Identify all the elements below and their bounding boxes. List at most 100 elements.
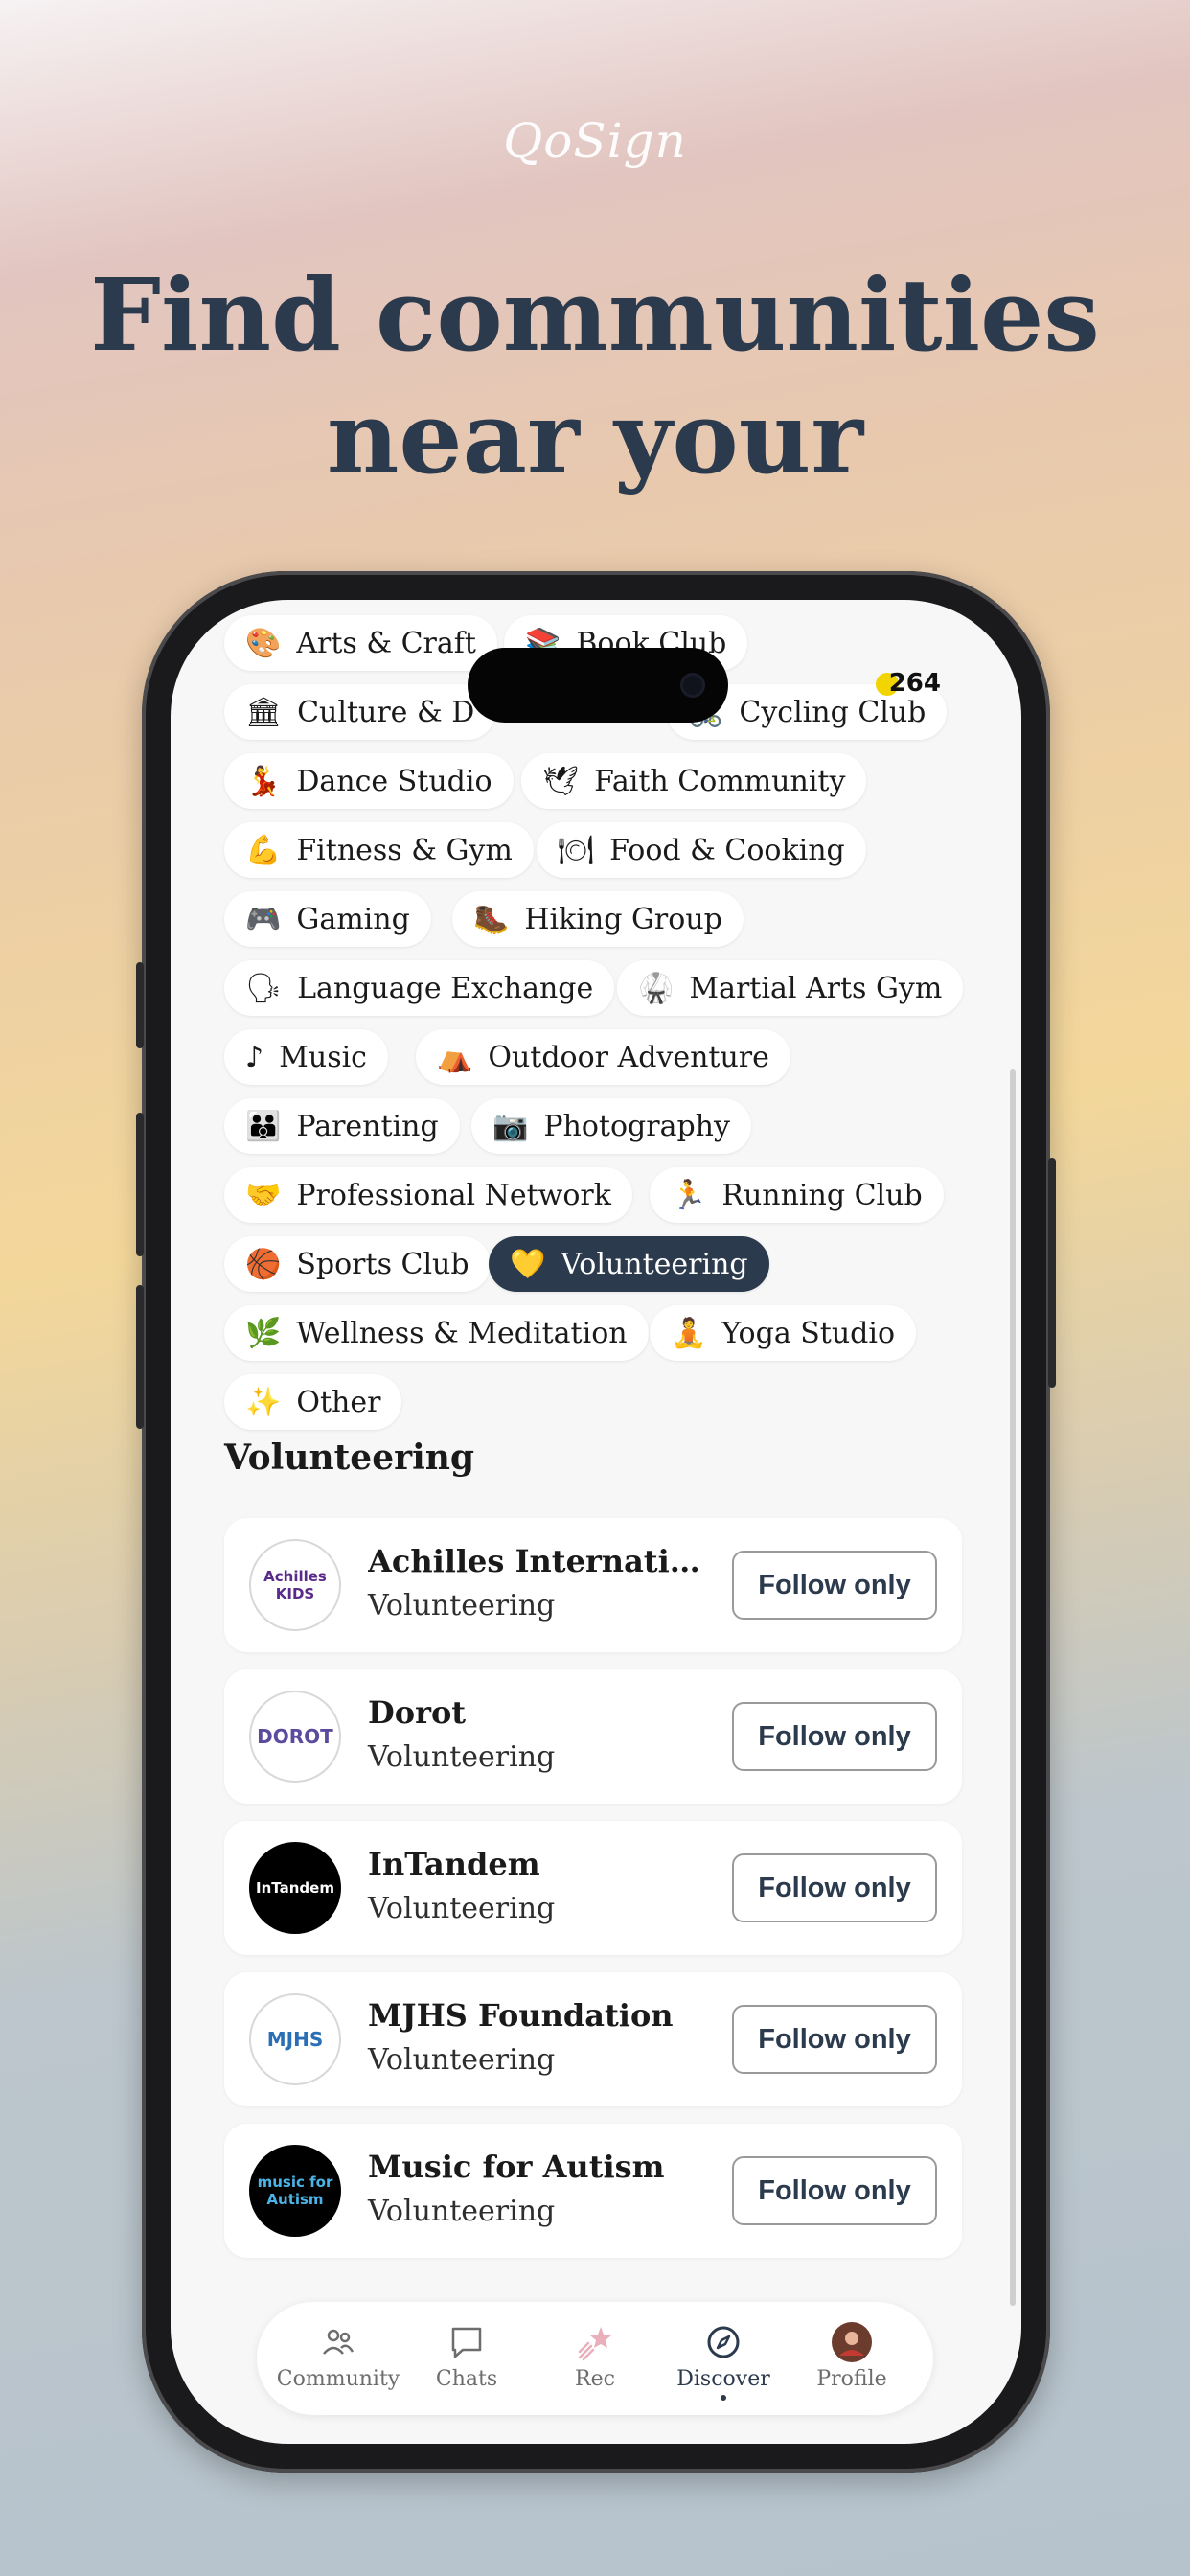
community-card[interactable]: InTandem InTandem Volunteering Follow only — [224, 1821, 962, 1955]
category-emoji-icon: ✨ — [245, 1385, 282, 1419]
category-label: Gaming — [296, 902, 410, 936]
follow-only-button[interactable]: Follow only — [732, 1702, 937, 1771]
community-card[interactable]: Achilles KIDS Achilles Internatio... Volun… — [224, 1518, 962, 1652]
headline-line-1: Find communities — [90, 256, 1100, 374]
category-emoji-icon: 🥾 — [473, 902, 510, 936]
tab-label: Community — [276, 2367, 400, 2391]
tab-profile[interactable]: Profile — [788, 2321, 916, 2391]
category-chip[interactable]: 💪 Fitness & Gym — [224, 822, 534, 878]
phone-screen: 264 🎨Arts & Craft📚Book Club🏛Culture & D🚴… — [171, 600, 1021, 2444]
tab-discover[interactable]: Discover — [659, 2321, 788, 2401]
community-card[interactable]: DOROT Dorot Volunteering Follow only — [224, 1669, 962, 1804]
category-chip[interactable]: 💃 Dance Studio — [224, 753, 514, 809]
category-label: Dance Studio — [296, 764, 492, 798]
category-emoji-icon: 🌿 — [245, 1316, 282, 1350]
status-indicator: 264 — [875, 669, 941, 698]
category-label: Photography — [543, 1109, 730, 1143]
active-tab-indicator — [721, 2395, 726, 2401]
category-emoji-icon: 💃 — [245, 764, 282, 798]
phone-frame: 264 🎨Arts & Craft📚Book Club🏛Culture & D🚴… — [136, 571, 1056, 2472]
volume-up-button — [136, 1113, 144, 1256]
category-chip[interactable]: 📷 Photography — [471, 1098, 751, 1154]
category-chip[interactable]: 🥾 Hiking Group — [452, 891, 744, 947]
category-label: Wellness & Meditation — [296, 1316, 628, 1350]
community-name: InTandem — [368, 1846, 540, 1882]
section-title: Volunteering — [224, 1438, 475, 1478]
category-chip[interactable]: 🎮 Gaming — [224, 891, 431, 947]
tab-community[interactable]: Community — [274, 2321, 402, 2391]
brand-logo: QoSign — [503, 113, 687, 169]
headline: Find communities near your — [0, 254, 1190, 499]
category-emoji-icon: 🥋 — [638, 971, 675, 1005]
category-emoji-icon: 🎮 — [245, 902, 282, 936]
category-chip[interactable]: ♪ Music — [224, 1029, 388, 1085]
category-chip[interactable]: 🗣 Language Exchange — [224, 960, 615, 1016]
follow-only-button[interactable]: Follow only — [732, 2005, 937, 2074]
category-emoji-icon: 🍽 — [558, 833, 595, 867]
community-category: Volunteering — [368, 2043, 556, 2077]
community-category: Volunteering — [368, 1589, 556, 1622]
category-label: Arts & Craft — [296, 626, 476, 660]
category-label: Cycling Club — [739, 695, 927, 729]
headline-line-2: near your — [326, 379, 864, 496]
category-label: Hiking Group — [524, 902, 722, 936]
category-emoji-icon: 📷 — [492, 1109, 529, 1143]
category-chip[interactable]: 🧘 Yoga Studio — [650, 1305, 917, 1361]
category-emoji-icon: 🎨 — [245, 626, 282, 660]
volume-down-button — [136, 1285, 144, 1429]
community-logo: music for Autism — [249, 2145, 341, 2237]
category-label: Culture & D — [297, 695, 475, 729]
scrollbar[interactable] — [1010, 1070, 1016, 2306]
community-logo: MJHS — [249, 1993, 341, 2085]
community-card[interactable]: MJHS MJHS Foundation Volunteering Follow on… — [224, 1972, 962, 2106]
chat-bubble-icon — [402, 2321, 531, 2363]
follow-only-button[interactable]: Follow only — [732, 2156, 937, 2225]
tab-label: Rec — [575, 2367, 615, 2391]
category-chip[interactable]: 👪 Parenting — [224, 1098, 460, 1154]
camera-lens-icon — [680, 673, 705, 698]
category-emoji-icon: 🏃 — [671, 1178, 707, 1212]
category-chip[interactable]: 🎨 Arts & Craft — [224, 615, 497, 671]
shooting-star-icon — [531, 2321, 659, 2363]
tab-chats[interactable]: Chats — [402, 2321, 531, 2391]
category-chip[interactable]: ⛺ Outdoor Adventure — [416, 1029, 790, 1085]
category-label: Outdoor Adventure — [488, 1040, 769, 1074]
category-emoji-icon: ♪ — [245, 1040, 264, 1074]
category-label: Yoga Studio — [721, 1316, 896, 1350]
mute-switch — [136, 962, 144, 1048]
category-chip[interactable]: 🏀 Sports Club — [224, 1236, 491, 1292]
community-name: MJHS Foundation — [368, 1997, 674, 2034]
category-emoji-icon: 💛 — [510, 1247, 546, 1281]
tab-rec[interactable]: Rec — [531, 2321, 659, 2391]
category-chip[interactable]: 🕊 Faith Community — [521, 753, 867, 809]
compass-icon — [659, 2321, 788, 2363]
follow-only-button[interactable]: Follow only — [732, 1853, 937, 1922]
category-emoji-icon: 💪 — [245, 833, 282, 867]
category-chip[interactable]: 🏃 Running Club — [650, 1167, 944, 1223]
community-card[interactable]: music for Autism Music for Autism Voluntee… — [224, 2124, 962, 2258]
category-label: Sports Club — [296, 1247, 469, 1281]
avatar-icon — [788, 2321, 916, 2363]
community-name: Achilles Internatio... — [368, 1543, 713, 1579]
category-chip[interactable]: 🌿 Wellness & Meditation — [224, 1305, 649, 1361]
category-label: Parenting — [296, 1109, 439, 1143]
category-emoji-icon: 🧘 — [671, 1316, 707, 1350]
category-chip[interactable]: 🥋 Martial Arts Gym — [617, 960, 964, 1016]
category-emoji-icon: 🕊 — [542, 764, 580, 798]
category-label: Professional Network — [296, 1178, 611, 1212]
category-emoji-icon: ⛺ — [437, 1040, 473, 1074]
category-chip[interactable]: 💛 Volunteering — [489, 1236, 769, 1292]
category-label: Running Club — [721, 1178, 923, 1212]
category-chip[interactable]: ✨ Other — [224, 1374, 402, 1430]
follow-only-button[interactable]: Follow only — [732, 1551, 937, 1620]
category-chip[interactable]: 🍽 Food & Cooking — [537, 822, 866, 878]
dynamic-island — [468, 648, 728, 723]
tab-label: Profile — [816, 2367, 887, 2391]
category-label: Other — [296, 1385, 381, 1419]
category-label: Language Exchange — [297, 971, 594, 1005]
category-emoji-icon: 🗣 — [245, 971, 283, 1005]
category-chip[interactable]: 🤝 Professional Network — [224, 1167, 632, 1223]
category-chip[interactable]: 🏛 Culture & D — [224, 684, 496, 740]
community-logo: InTandem — [249, 1842, 341, 1934]
category-emoji-icon: 🏛 — [245, 695, 283, 729]
